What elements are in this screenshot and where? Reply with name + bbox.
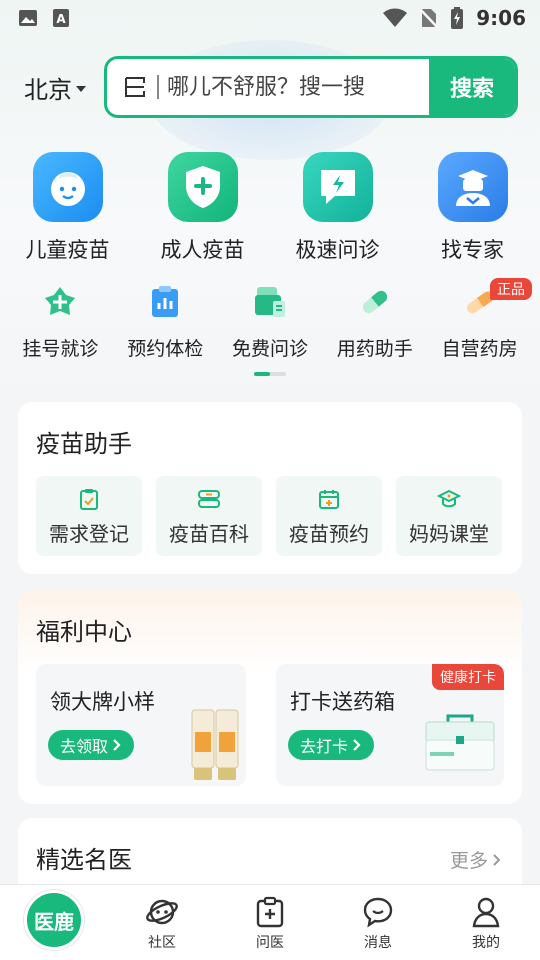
card-title: 疫苗助手 bbox=[36, 430, 132, 458]
vaccine-tool-label: 疫苗预约 bbox=[289, 522, 369, 546]
health-checkin-tag: 健康打卡 bbox=[432, 664, 504, 690]
tab-label: 我的 bbox=[472, 935, 500, 951]
shield-plus-icon bbox=[167, 152, 238, 222]
baby-face-icon bbox=[32, 152, 103, 222]
service-child-vaccine[interactable]: 儿童疫苗 bbox=[0, 152, 135, 264]
medicine-box-image bbox=[425, 714, 495, 771]
message-icon bbox=[363, 897, 393, 928]
service-pharmacy[interactable]: 正品 自营药房 bbox=[427, 278, 532, 361]
service-label: 免费问诊 bbox=[231, 338, 308, 360]
vaccine-assistant-card: 疫苗助手 需求登记 疫苗百科 疫苗预约 妈妈课堂 bbox=[18, 402, 522, 574]
calendar-icon bbox=[319, 490, 339, 509]
checkup-icon bbox=[145, 282, 185, 322]
more-label: 更多 bbox=[449, 850, 488, 872]
claim-button[interactable]: 去领取 bbox=[48, 730, 135, 760]
clipboard-check-icon bbox=[80, 489, 98, 510]
tab-label: 社区 bbox=[148, 935, 176, 951]
tab-label: 问医 bbox=[256, 935, 284, 951]
search-divider bbox=[157, 75, 159, 99]
encyclopedia-icon bbox=[198, 490, 220, 508]
svg-text:A: A bbox=[56, 12, 66, 26]
chevron-right-icon bbox=[493, 853, 501, 866]
header: 北京 搜索 bbox=[0, 56, 540, 118]
vaccine-encyclopedia[interactable]: 疫苗百科 bbox=[156, 476, 262, 556]
service-label: 自营药房 bbox=[441, 338, 518, 360]
mom-classroom[interactable]: 妈妈课堂 bbox=[396, 476, 502, 556]
service-free-consult[interactable]: 免费问诊 bbox=[218, 282, 323, 361]
service-label: 预约体检 bbox=[127, 338, 204, 360]
checkin-button[interactable]: 去打卡 bbox=[288, 730, 375, 760]
promo-title: 领大牌小样 bbox=[50, 690, 155, 714]
tab-label: 消息 bbox=[364, 935, 392, 951]
status-time: 9:06 bbox=[476, 6, 526, 30]
service-label: 极速问诊 bbox=[295, 238, 380, 262]
no-sim-icon bbox=[420, 8, 439, 29]
home-logo: 医鹿 bbox=[24, 890, 84, 950]
font-notification-icon: A bbox=[53, 9, 69, 27]
page-indicator bbox=[254, 372, 286, 376]
graduation-cap-icon bbox=[437, 489, 461, 508]
service-fast-consult[interactable]: 极速问诊 bbox=[270, 152, 405, 264]
status-bar: A 9:06 bbox=[0, 0, 540, 36]
image-notification-icon bbox=[19, 10, 37, 26]
cosmetic-tubes-image bbox=[191, 709, 239, 780]
vaccine-tool-label: 妈妈课堂 bbox=[409, 522, 489, 546]
caret-down-icon bbox=[76, 85, 86, 92]
battery-charging-icon bbox=[451, 7, 464, 29]
bottom-tab-bar: 医鹿 社区 问医 消息 我的 bbox=[0, 884, 540, 960]
page-indicator-active bbox=[254, 372, 270, 376]
vaccine-tools: 需求登记 疫苗百科 疫苗预约 妈妈课堂 bbox=[36, 476, 502, 556]
free-consult-icon bbox=[250, 282, 290, 322]
claim-button-label: 去领取 bbox=[60, 737, 109, 756]
authentic-badge: 正品 bbox=[489, 278, 532, 300]
welfare-center-card: 福利中心 领大牌小样 去领取 健康打卡 打卡送药箱 去打卡 bbox=[18, 590, 522, 804]
service-label: 成人疫苗 bbox=[160, 238, 245, 262]
checkin-button-label: 去打卡 bbox=[300, 737, 349, 756]
service-find-expert[interactable]: 找专家 bbox=[405, 152, 540, 264]
card-title: 精选名医 bbox=[36, 846, 132, 874]
scan-icon[interactable] bbox=[123, 75, 147, 99]
wifi-icon bbox=[383, 8, 408, 27]
city-label: 北京 bbox=[24, 76, 72, 104]
service-label: 找专家 bbox=[441, 238, 504, 262]
service-register[interactable]: 挂号就诊 bbox=[8, 282, 113, 361]
card-title: 福利中心 bbox=[36, 618, 132, 646]
vaccine-tool-label: 疫苗百科 bbox=[169, 522, 249, 546]
checkin-medicine-box-promo[interactable]: 健康打卡 打卡送药箱 去打卡 bbox=[276, 664, 504, 786]
tab-profile[interactable]: 我的 bbox=[432, 885, 540, 960]
register-icon bbox=[40, 282, 80, 322]
free-sample-promo[interactable]: 领大牌小样 去领取 bbox=[36, 664, 246, 786]
service-label: 挂号就诊 bbox=[22, 338, 99, 360]
search-box: 搜索 bbox=[104, 56, 518, 118]
promo-title: 打卡送药箱 bbox=[290, 690, 395, 714]
chevron-right-icon bbox=[113, 739, 121, 751]
pill-icon bbox=[355, 282, 395, 322]
planet-icon bbox=[146, 899, 178, 925]
more-link[interactable]: 更多 bbox=[450, 846, 502, 873]
primary-services: 儿童疫苗 成人疫苗 极速问诊 找专家 bbox=[0, 152, 540, 264]
service-checkup[interactable]: 预约体检 bbox=[113, 282, 218, 361]
city-selector[interactable]: 北京 bbox=[24, 70, 86, 105]
vaccine-appointment[interactable]: 疫苗预约 bbox=[276, 476, 382, 556]
tab-ask-doctor[interactable]: 问医 bbox=[216, 885, 324, 960]
medical-record-icon bbox=[256, 896, 284, 928]
vaccine-tool-label: 需求登记 bbox=[49, 522, 129, 546]
chat-lightning-icon bbox=[302, 152, 373, 222]
vaccine-demand-registration[interactable]: 需求登记 bbox=[36, 476, 142, 556]
service-label: 儿童疫苗 bbox=[25, 238, 110, 262]
secondary-services: 挂号就诊 预约体检 免费问诊 用药助手 正品 自营药房 bbox=[0, 278, 540, 361]
doctor-icon bbox=[437, 152, 508, 222]
tab-community[interactable]: 社区 bbox=[108, 885, 216, 960]
search-input[interactable] bbox=[167, 74, 407, 100]
service-label: 用药助手 bbox=[336, 338, 413, 360]
chevron-right-icon bbox=[353, 739, 361, 751]
tab-home[interactable]: 医鹿 bbox=[0, 885, 108, 960]
user-icon bbox=[472, 897, 500, 928]
tab-messages[interactable]: 消息 bbox=[324, 885, 432, 960]
service-medication-helper[interactable]: 用药助手 bbox=[322, 282, 427, 361]
search-button[interactable]: 搜索 bbox=[429, 59, 515, 115]
service-adult-vaccine[interactable]: 成人疫苗 bbox=[135, 152, 270, 264]
